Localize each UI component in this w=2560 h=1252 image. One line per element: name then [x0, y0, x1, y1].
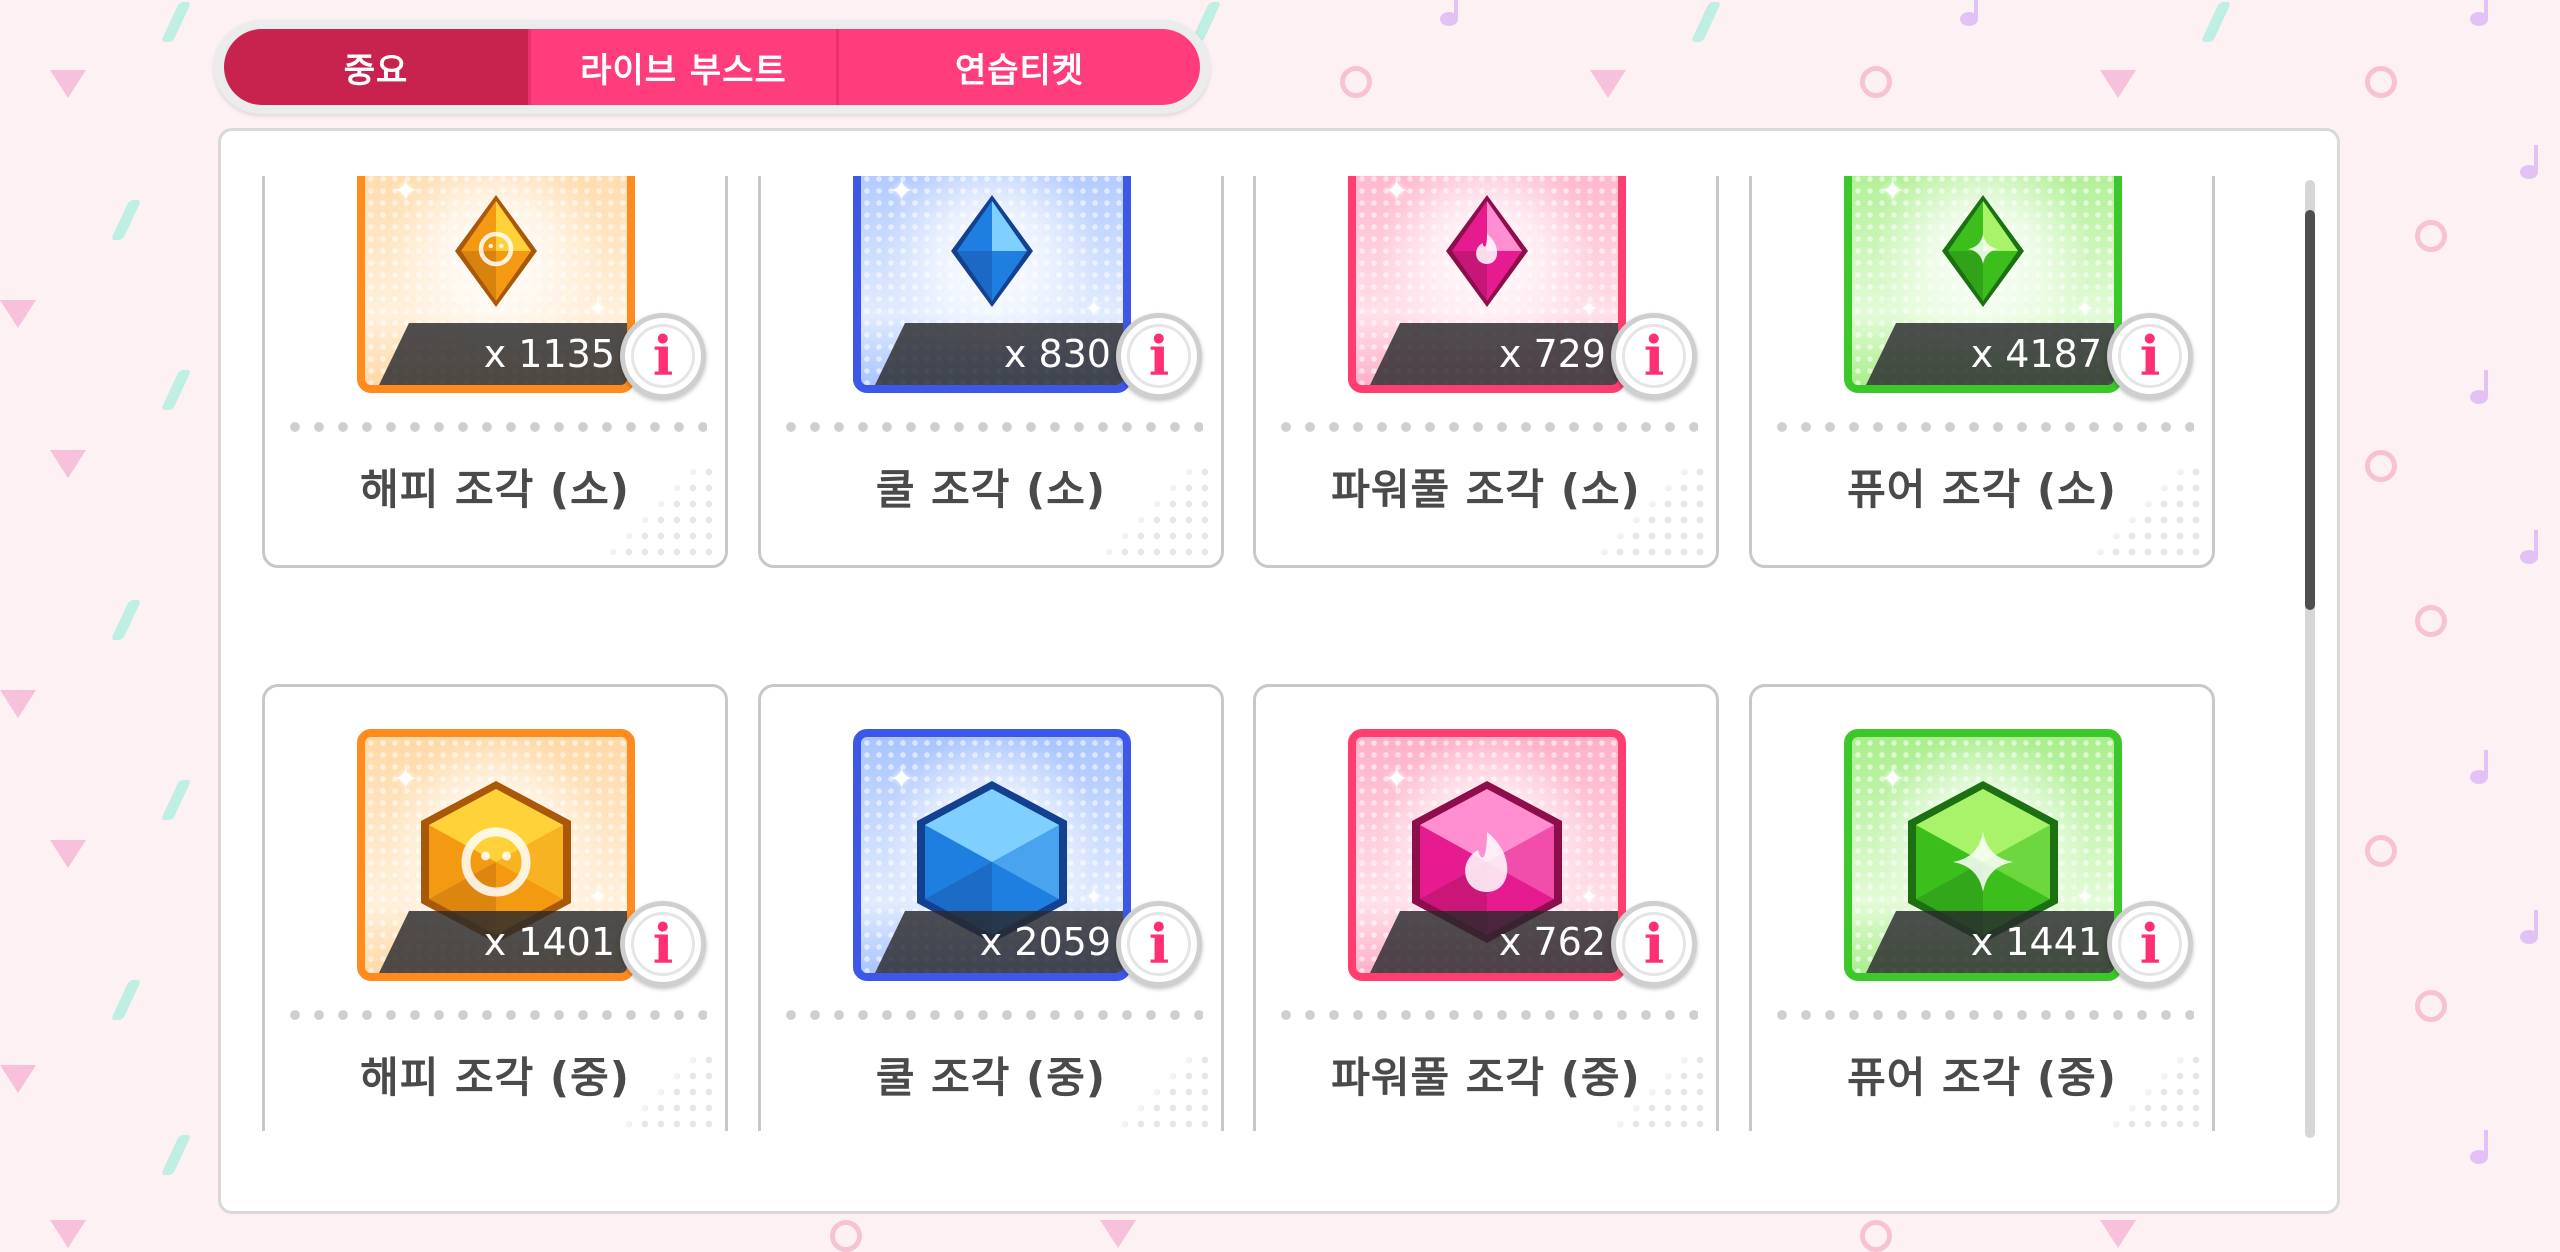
dotted-divider: [779, 422, 1203, 432]
item-card[interactable]: ✦ ✦ x 1401 i 해피 조각 (중): [262, 684, 728, 1131]
sparkle-icon: ✦: [1084, 885, 1103, 910]
item-card[interactable]: ✦ ✦ x 729 i 파워풀 조각 (소): [1253, 176, 1719, 568]
item-name: 퓨어 조각 (소): [1847, 465, 2117, 514]
info-button[interactable]: i: [620, 901, 706, 987]
category-tab-bar: 중요 라이브 부스트 연습티켓: [214, 20, 1210, 114]
item-icon-frame: ✦ ✦ x 1401: [357, 729, 635, 981]
tab-live-boost[interactable]: 라이브 부스트: [528, 29, 836, 105]
dotted-divider: [1770, 422, 2194, 432]
sparkle-icon: ✦: [588, 885, 607, 910]
tab-practice-ticket[interactable]: 연습티켓: [836, 29, 1200, 105]
item-grid[interactable]: ✦ ✦ x 1135 i 해피 조각 (소) ✦ ✦ x 830 i 쿨 조각 …: [262, 176, 2222, 1131]
sparkle-icon: ✦: [1384, 176, 1410, 209]
info-icon: i: [631, 324, 695, 388]
dotted-divider: [1274, 422, 1698, 432]
flame-diamond-icon: [1442, 191, 1532, 311]
info-button[interactable]: i: [620, 313, 706, 399]
item-icon-frame: ✦ ✦ x 1441: [1844, 729, 2122, 981]
item-card[interactable]: ✦ ✦ x 4187 i 퓨어 조각 (소): [1749, 176, 2215, 568]
item-card[interactable]: ✦ ✦ x 1135 i 해피 조각 (소): [262, 176, 728, 568]
dotted-divider: [283, 1010, 707, 1020]
sparkle-icon: ✦: [1880, 176, 1906, 209]
item-quantity: x 830: [875, 323, 1123, 385]
dotted-divider: [779, 1010, 1203, 1020]
sparkle-icon: ✦: [1084, 297, 1103, 322]
item-quantity: x 2059: [875, 911, 1123, 973]
item-name: 해피 조각 (중): [360, 1053, 630, 1102]
sparkle-icon: ✦: [1579, 885, 1598, 910]
item-card[interactable]: ✦ ✦ x 1441 i 퓨어 조각 (중): [1749, 684, 2215, 1131]
item-name: 퓨어 조각 (중): [1847, 1053, 2117, 1102]
item-name: 파워풀 조각 (중): [1331, 1053, 1641, 1102]
item-card[interactable]: ✦ ✦ x 2059 i 쿨 조각 (중): [758, 684, 1224, 1131]
moon-diamond-icon: [947, 191, 1037, 311]
info-icon: i: [1127, 912, 1191, 976]
info-icon: i: [1622, 324, 1686, 388]
sparkle-icon: ✦: [1579, 297, 1598, 322]
info-icon: i: [1622, 912, 1686, 976]
smiley-diamond-icon: [451, 191, 541, 311]
info-button[interactable]: i: [2107, 901, 2193, 987]
sparkle-icon: ✦: [2075, 297, 2094, 322]
item-name: 해피 조각 (소): [360, 465, 630, 514]
info-icon: i: [1127, 324, 1191, 388]
sparkle-icon: ✦: [2075, 885, 2094, 910]
tab-important[interactable]: 중요: [224, 29, 528, 105]
sparkle-icon: ✦: [889, 176, 915, 209]
item-quantity: x 4187: [1866, 323, 2114, 385]
info-button[interactable]: i: [2107, 313, 2193, 399]
info-button[interactable]: i: [1611, 313, 1697, 399]
item-card[interactable]: ✦ ✦ x 762 i 파워풀 조각 (중): [1253, 684, 1719, 1131]
dotted-divider: [283, 422, 707, 432]
sparkle-icon: ✦: [588, 297, 607, 322]
info-button[interactable]: i: [1116, 313, 1202, 399]
item-icon-frame: ✦ ✦ x 762: [1348, 729, 1626, 981]
item-icon-frame: ✦ ✦ x 2059: [853, 729, 1131, 981]
item-quantity: x 762: [1370, 911, 1618, 973]
sparkle-icon: ✦: [393, 176, 419, 209]
item-quantity: x 1401: [379, 911, 627, 973]
info-icon: i: [2118, 324, 2182, 388]
item-name: 쿨 조각 (소): [875, 465, 1107, 514]
item-card[interactable]: ✦ ✦ x 830 i 쿨 조각 (소): [758, 176, 1224, 568]
item-icon-frame: ✦ ✦ x 729: [1348, 176, 1626, 393]
item-name: 쿨 조각 (중): [875, 1053, 1107, 1102]
sparkle-diamond-icon: [1938, 191, 2028, 311]
info-button[interactable]: i: [1116, 901, 1202, 987]
info-button[interactable]: i: [1611, 901, 1697, 987]
item-icon-frame: ✦ ✦ x 830: [853, 176, 1131, 393]
item-quantity: x 729: [1370, 323, 1618, 385]
dotted-divider: [1770, 1010, 2194, 1020]
dotted-divider: [1274, 1010, 1698, 1020]
item-quantity: x 1441: [1866, 911, 2114, 973]
item-name: 파워풀 조각 (소): [1331, 465, 1641, 514]
item-icon-frame: ✦ ✦ x 4187: [1844, 176, 2122, 393]
scrollbar-thumb[interactable]: [2305, 210, 2315, 610]
item-icon-frame: ✦ ✦ x 1135: [357, 176, 635, 393]
item-quantity: x 1135: [379, 323, 627, 385]
info-icon: i: [2118, 912, 2182, 976]
info-icon: i: [631, 912, 695, 976]
